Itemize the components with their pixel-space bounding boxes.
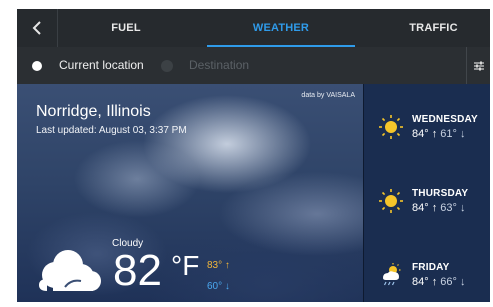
- tab-weather[interactable]: WEATHER: [207, 9, 355, 47]
- forecast-day-name: FRIDAY: [412, 262, 450, 273]
- sun-icon: [379, 115, 403, 139]
- forecast-day-name: THURSDAY: [412, 188, 469, 199]
- forecast-day: WEDNESDAY 84° ↑ 61° ↓: [364, 92, 490, 164]
- tab-traffic[interactable]: TRAFFIC: [377, 9, 490, 47]
- current-location-radio[interactable]: [32, 61, 42, 71]
- today-high: 83° ↑: [207, 260, 230, 271]
- tab-fuel-label: FUEL: [111, 22, 141, 34]
- forecast-temps: 84° ↑ 61° ↓: [412, 128, 465, 140]
- rain-sun-icon: [383, 263, 401, 286]
- back-button[interactable]: [17, 9, 58, 47]
- today-low: 60° ↓: [207, 281, 230, 292]
- forecast-low: 61° ↓: [440, 128, 466, 140]
- current-location-label[interactable]: Current location: [59, 58, 144, 72]
- data-credit: data by VAISALA: [301, 92, 355, 99]
- sliders-icon: [474, 61, 484, 70]
- forecast-low: 66° ↓: [440, 276, 466, 288]
- destination-label[interactable]: Destination: [189, 58, 249, 72]
- forecast-temps: 84° ↑ 63° ↓: [412, 202, 465, 214]
- tab-fuel[interactable]: FUEL: [58, 9, 194, 47]
- forecast-low: 63° ↓: [440, 202, 466, 214]
- destination-radio[interactable]: [161, 60, 173, 72]
- filter-button[interactable]: [466, 47, 490, 84]
- sun-icon: [379, 189, 403, 213]
- current-temperature: 82: [113, 246, 162, 295]
- forecast-high: 84° ↑: [412, 128, 438, 140]
- top-navigation-bar: FUEL WEATHER TRAFFIC: [17, 9, 490, 47]
- cloud-icon: [39, 250, 101, 291]
- weather-app-frame: FUEL WEATHER TRAFFIC Current location De…: [17, 9, 490, 302]
- tab-traffic-label: TRAFFIC: [409, 22, 458, 34]
- back-chevron-icon: [32, 21, 41, 35]
- temperature-unit: °F: [171, 250, 200, 281]
- city-name: Norridge, Illinois: [36, 103, 151, 120]
- forecast-day: THURSDAY 84° ↑ 63° ↓: [364, 166, 490, 238]
- forecast-day-name: WEDNESDAY: [412, 114, 478, 125]
- last-updated: Last updated: August 03, 3:37 PM: [36, 125, 187, 136]
- forecast-panel: WEDNESDAY 84° ↑ 61° ↓ THURSDAY 84° ↑ 63°…: [363, 84, 490, 302]
- forecast-temps: 84° ↑ 66° ↓: [412, 276, 465, 288]
- forecast-day: FRIDAY 84° ↑ 66° ↓: [364, 240, 490, 302]
- tab-weather-label: WEATHER: [252, 22, 310, 34]
- current-weather-panel: data by VAISALA Norridge, Illinois Last …: [17, 84, 363, 302]
- forecast-high: 84° ↑: [412, 276, 438, 288]
- forecast-high: 84° ↑: [412, 202, 438, 214]
- location-selector-bar: Current location Destination: [17, 47, 490, 84]
